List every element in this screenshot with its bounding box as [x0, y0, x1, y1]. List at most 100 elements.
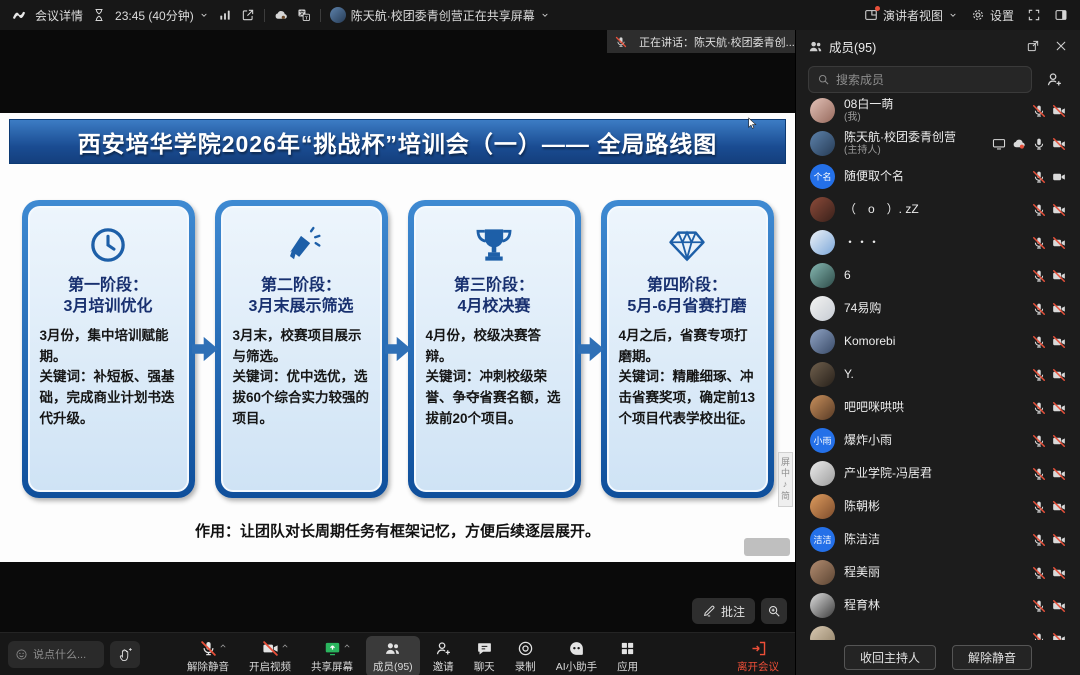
camera-on-icon[interactable]	[1052, 170, 1066, 184]
member-name: 爆炸小雨	[844, 434, 1023, 448]
toolbar-unmute-button[interactable]: 解除静音	[180, 636, 236, 675]
toolbar-start-video-button[interactable]: 开启视频	[242, 636, 298, 675]
annotate-button[interactable]: 批注	[692, 598, 755, 624]
member-row[interactable]: （￣o￣）. zZ	[796, 193, 1080, 226]
member-row[interactable]: 程育林	[796, 589, 1080, 622]
toolbar-share-screen-button[interactable]: 共享屏幕	[304, 636, 360, 675]
sharing-status[interactable]: 陈天航·校团委青创营正在共享屏幕	[330, 7, 550, 24]
camera-off-icon	[262, 639, 279, 657]
camera-off-icon[interactable]	[1052, 203, 1066, 217]
camera-off-icon[interactable]	[1052, 137, 1066, 151]
card-body-line: 关键词：补短板、强基础，完成商业计划书迭代升级。	[40, 367, 177, 430]
chat-input[interactable]	[33, 649, 97, 661]
member-search-input[interactable]	[836, 73, 1023, 87]
camera-off-icon[interactable]	[1052, 533, 1066, 547]
toolbar-chat-button[interactable]: 聊天	[467, 636, 502, 675]
member-row[interactable]: 陈天航·校团委青创营 (主持人)	[796, 127, 1080, 160]
mic-muted-icon[interactable]	[1032, 203, 1046, 217]
mic-muted-icon[interactable]	[1032, 401, 1046, 415]
toolbar-ai-assistant-button[interactable]: AI小助手	[549, 636, 604, 675]
toolbar-record-button[interactable]: 录制	[508, 636, 543, 675]
member-row[interactable]: ・・・	[796, 226, 1080, 259]
mic-muted-icon[interactable]	[1032, 368, 1046, 382]
member-row[interactable]: 吧吧咪哄哄	[796, 391, 1080, 424]
mic-muted-icon[interactable]	[1032, 269, 1046, 283]
camera-off-icon[interactable]	[1052, 599, 1066, 613]
caret-up-icon[interactable]	[219, 642, 227, 650]
unmute-member-button[interactable]: 解除静音	[952, 645, 1032, 670]
member-status-icons	[992, 137, 1066, 151]
member-row[interactable]: 陈朝彬	[796, 490, 1080, 523]
camera-off-icon[interactable]	[1052, 269, 1066, 283]
translate-icon[interactable]: 文T	[297, 8, 311, 22]
cloud-icon[interactable]	[274, 8, 288, 22]
popout-panel-icon[interactable]	[1026, 39, 1040, 53]
camera-off-icon[interactable]	[1052, 401, 1066, 415]
fullscreen-icon[interactable]	[1027, 8, 1041, 22]
settings-button[interactable]: 设置	[971, 7, 1014, 24]
quick-chat-box[interactable]	[8, 641, 104, 668]
member-row[interactable]: 08白一萌 (我)	[796, 94, 1080, 127]
view-mode-selector[interactable]: 演讲者视图	[864, 7, 958, 24]
member-name: 74易购	[844, 302, 1023, 316]
leave-meeting-button[interactable]: 离开会议	[731, 636, 785, 675]
zoom-in-button[interactable]	[761, 598, 787, 624]
meeting-timer[interactable]: 23:45 (40分钟)	[115, 7, 209, 24]
member-row[interactable]: 74易购	[796, 292, 1080, 325]
member-row[interactable]: 6	[796, 259, 1080, 292]
toolbar-members-button[interactable]: 成员(95)	[366, 636, 420, 675]
caret-up-icon[interactable]	[343, 642, 351, 650]
mic-muted-icon[interactable]	[1032, 500, 1046, 514]
screen-share-icon[interactable]	[992, 137, 1006, 151]
mic-muted-icon[interactable]	[1032, 335, 1046, 349]
mic-on-icon[interactable]	[1032, 137, 1046, 151]
member-row[interactable]: Y.	[796, 358, 1080, 391]
add-member-button[interactable]	[1040, 66, 1068, 93]
member-row[interactable]: Komorebi	[796, 325, 1080, 358]
close-panel-icon[interactable]	[1054, 39, 1068, 53]
member-row[interactable]: 个名 随便取个名	[796, 160, 1080, 193]
camera-off-icon[interactable]	[1052, 236, 1066, 250]
side-panel-toggle-icon[interactable]	[1054, 8, 1068, 22]
stage-card-heading: 第三阶段： 4月校决赛	[454, 276, 534, 318]
mic-muted-icon[interactable]	[1032, 302, 1046, 316]
meeting-details-button[interactable]: 会议详情	[35, 7, 83, 24]
stage-card-heading: 第一阶段： 3月培训优化	[64, 276, 153, 318]
camera-off-icon[interactable]	[1052, 500, 1066, 514]
camera-off-icon[interactable]	[1052, 566, 1066, 580]
toolbar-invite-button[interactable]: 邀请	[426, 636, 461, 675]
stage-card-heading: 第四阶段： 5月-6月省赛打磨	[627, 276, 746, 318]
camera-off-icon[interactable]	[1052, 335, 1066, 349]
member-search-box[interactable]	[808, 66, 1032, 93]
megaphone-icon	[279, 223, 323, 267]
raise-hand-button[interactable]	[110, 641, 140, 668]
camera-off-icon[interactable]	[1052, 368, 1066, 382]
mic-muted-icon[interactable]	[1032, 467, 1046, 481]
record-icon	[517, 639, 534, 657]
camera-off-icon[interactable]	[1052, 434, 1066, 448]
reclaim-host-button[interactable]: 收回主持人	[844, 645, 936, 670]
member-status-icons	[1032, 434, 1066, 448]
shared-screen-stage: 正在讲话：陈天航·校团委青创... 西安培华学院2026年“挑战杯”培训会（一）…	[0, 30, 795, 632]
toolbar-apps-button[interactable]: 应用	[610, 636, 645, 675]
caret-up-icon[interactable]	[281, 642, 289, 650]
open-external-icon[interactable]	[241, 8, 255, 22]
member-row[interactable]: 洁洁 陈洁洁	[796, 523, 1080, 556]
mic-muted-icon[interactable]	[1032, 170, 1046, 184]
gear-icon	[971, 8, 985, 22]
member-row[interactable]: 产业学院-冯居君	[796, 457, 1080, 490]
mic-muted-icon[interactable]	[1032, 566, 1046, 580]
mic-muted-icon[interactable]	[1032, 236, 1046, 250]
mic-muted-icon[interactable]	[1032, 533, 1046, 547]
mic-muted-icon[interactable]	[1032, 104, 1046, 118]
member-name: 6	[844, 269, 1023, 283]
network-signal-icon[interactable]	[218, 8, 232, 22]
camera-off-icon[interactable]	[1052, 467, 1066, 481]
member-row[interactable]: 小雨 爆炸小雨	[796, 424, 1080, 457]
camera-off-icon[interactable]	[1052, 302, 1066, 316]
camera-off-icon[interactable]	[1052, 104, 1066, 118]
cloud-record-icon[interactable]	[1012, 137, 1026, 151]
member-row[interactable]: 程美丽	[796, 556, 1080, 589]
mic-muted-icon[interactable]	[1032, 599, 1046, 613]
mic-muted-icon[interactable]	[1032, 434, 1046, 448]
